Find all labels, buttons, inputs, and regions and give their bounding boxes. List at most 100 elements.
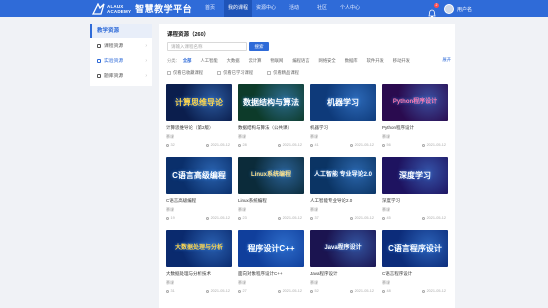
course-title[interactable]: 大数据处理与分析技术 [166, 271, 230, 277]
course-cover-text: C语言程序设计 [388, 243, 442, 253]
course-cover-text: 大数据处理与分析 [174, 245, 223, 252]
course-title[interactable]: 机器学习 [310, 125, 374, 131]
course-type: 慕课 [238, 207, 246, 212]
course-date: 2021-05-12 [278, 216, 302, 220]
filter-option[interactable]: 物联网 [270, 58, 283, 64]
eye-icon [310, 143, 313, 147]
nav-item[interactable]: 社区 [308, 0, 336, 17]
course-meta: 41 2021-05-12 [310, 143, 374, 147]
filter-option[interactable]: 编程语言 [292, 58, 309, 64]
nav-item[interactable]: 活动 [280, 0, 308, 17]
course-cover[interactable]: 人工智能 专业导论2.0 [310, 157, 376, 194]
course-title[interactable]: C语言高级编程 [166, 198, 230, 204]
filter-option[interactable]: 人工智能 [200, 58, 217, 64]
course-date-value: 2021-05-12 [210, 216, 230, 220]
search-input[interactable]: 请输入课程名称 [167, 42, 247, 51]
clock-icon [206, 289, 210, 293]
course-type: 慕课 [310, 280, 318, 285]
sidebar-item[interactable]: 题库资源 › [90, 68, 152, 83]
search-button[interactable]: 搜索 [249, 42, 269, 51]
filter-option[interactable]: 数据库 [345, 58, 358, 64]
user-name[interactable]: 用户名 [457, 6, 472, 13]
sidebar-item[interactable]: 课程资源 › [90, 38, 152, 53]
course-cover[interactable]: 机器学习 [310, 84, 376, 121]
course-cover[interactable]: 计算思维导论 [166, 84, 232, 121]
logo[interactable]: ALAUX ACADEMY 智慧教学平台 [92, 2, 192, 15]
course-title[interactable]: 深度学习 [382, 198, 446, 204]
course-card[interactable]: 人工智能 专业导论2.0 人工智能专业导论2.0 慕课 37 2021-05-12 [310, 157, 376, 220]
chevron-right-icon: › [145, 57, 147, 64]
notification-bell-icon[interactable]: 2 [428, 2, 439, 17]
course-type: 慕课 [166, 280, 174, 285]
course-card[interactable]: 计算思维导论 计算思维导论（第2版） 慕课 32 2021-05-12 [166, 84, 232, 147]
course-card[interactable]: Java程序设计 Java程序设计 慕课 52 2021-05-12 [310, 230, 376, 293]
filter-checkbox[interactable]: 仅看已学习课程 [217, 70, 253, 76]
view-count: 23 [238, 216, 247, 220]
course-date-value: 2021-05-12 [282, 143, 302, 147]
course-date: 2021-05-12 [350, 143, 374, 147]
filter-option[interactable]: 云计算 [249, 58, 262, 64]
course-meta: 23 2021-05-12 [238, 216, 302, 220]
course-cover[interactable]: 程序设计C++ [238, 230, 304, 267]
sidebar-item[interactable]: 实验资源 › [90, 53, 152, 68]
eye-icon [310, 289, 313, 293]
course-meta: 45 2021-05-12 [382, 216, 446, 220]
filter-option[interactable]: 大数据 [227, 58, 240, 64]
filter-option[interactable]: 全部 [183, 58, 192, 64]
course-title[interactable]: 计算思维导论（第2版） [166, 125, 230, 131]
course-card[interactable]: 机器学习 机器学习 慕课 41 2021-05-12 [310, 84, 376, 147]
clock-icon [206, 216, 210, 220]
course-card[interactable]: C语言程序设计 C语言程序设计 慕课 48 2021-05-12 [382, 230, 448, 293]
eye-icon [382, 289, 385, 293]
course-type: 慕课 [310, 134, 318, 139]
view-count: 31 [166, 289, 175, 293]
course-cover[interactable]: Java程序设计 [310, 230, 376, 267]
course-cover[interactable]: 深度学习 [382, 157, 448, 194]
course-card[interactable]: 大数据处理与分析 大数据处理与分析技术 慕课 31 2021-05-12 [166, 230, 232, 293]
filter-checkbox[interactable]: 仅看已收藏课程 [167, 70, 203, 76]
clock-icon [422, 216, 426, 220]
course-title[interactable]: Python程序设计 [382, 125, 446, 131]
course-title[interactable]: C语言程序设计 [382, 271, 446, 277]
course-card[interactable]: 程序设计C++ 面向对象程序设计C++ 慕课 27 2021-05-12 [238, 230, 304, 293]
course-title[interactable]: Linux系统编程 [238, 198, 302, 204]
course-title[interactable]: Java程序设计 [310, 271, 374, 277]
checkbox-icon [217, 71, 222, 75]
course-card[interactable]: Linux系统编程 Linux系统编程 慕课 23 2021-05-12 [238, 157, 304, 220]
course-cover-text: C语言高级编程 [172, 170, 226, 180]
course-card[interactable]: Python程序设计 Python程序设计 慕课 56 2021-05-12 [382, 84, 448, 147]
filter-option[interactable]: 移动开发 [393, 58, 410, 64]
course-cover[interactable]: C语言高级编程 [166, 157, 232, 194]
course-cover[interactable]: Python程序设计 [382, 84, 448, 121]
course-title[interactable]: 数据结构与算法（公共课） [238, 125, 302, 131]
course-title[interactable]: 面向对象程序设计C++ [238, 271, 302, 277]
nav-item[interactable]: 首页 [196, 0, 224, 17]
course-cover[interactable]: 大数据处理与分析 [166, 230, 232, 267]
view-count: 37 [310, 216, 319, 220]
view-count: 19 [166, 216, 175, 220]
course-cover[interactable]: C语言程序设计 [382, 230, 448, 267]
course-cover-text: 计算思维导论 [175, 97, 223, 107]
course-cover[interactable]: 数据结构与算法 [238, 84, 304, 121]
filter-checkbox[interactable]: 仅看精品课程 [267, 70, 299, 76]
course-meta: 27 2021-05-12 [238, 289, 302, 293]
nav-item[interactable]: 我的课程 [224, 0, 252, 17]
nav-item[interactable]: 资源中心 [252, 0, 280, 17]
view-count: 41 [310, 143, 319, 147]
view-count-value: 27 [242, 289, 247, 293]
course-card[interactable]: 数据结构与算法 数据结构与算法（公共课） 慕课 28 2021-05-12 [238, 84, 304, 147]
course-date-value: 2021-05-12 [426, 289, 446, 293]
course-card[interactable]: C语言高级编程 C语言高级编程 慕课 19 2021-05-12 [166, 157, 232, 220]
course-date: 2021-05-12 [422, 216, 446, 220]
expand-filter-link[interactable]: 展开 [442, 57, 451, 63]
view-count-value: 41 [314, 143, 319, 147]
avatar[interactable] [444, 4, 454, 14]
nav-item[interactable]: 个人中心 [336, 0, 364, 17]
course-cover[interactable]: Linux系统编程 [238, 157, 304, 194]
filter-option[interactable]: 网络安全 [319, 58, 336, 64]
filter-option[interactable]: 软件开发 [367, 58, 384, 64]
view-count-value: 56 [386, 143, 391, 147]
course-card[interactable]: 深度学习 深度学习 慕课 45 2021-05-12 [382, 157, 448, 220]
course-title[interactable]: 人工智能专业导论2.0 [310, 198, 374, 204]
checkbox-label: 仅看已学习课程 [223, 70, 254, 75]
